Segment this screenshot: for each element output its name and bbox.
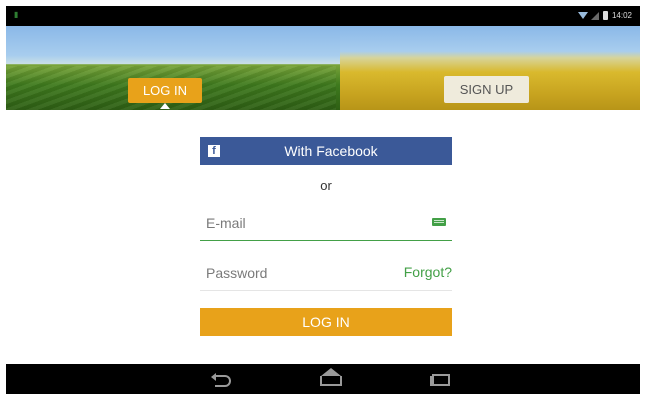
status-clock: 14:02 (611, 11, 632, 20)
back-icon[interactable] (211, 373, 233, 387)
app-frame: ▮ 14:02 LOG IN SIGN UP f With Facebook o… (0, 0, 646, 394)
keyboard-icon (432, 218, 446, 226)
tab-login[interactable]: LOG IN (128, 78, 202, 103)
battery-icon (602, 11, 608, 20)
facebook-button-label: With Facebook (284, 143, 378, 159)
or-separator: or (320, 178, 332, 193)
recents-icon[interactable] (430, 374, 450, 386)
tab-signup[interactable]: SIGN UP (444, 76, 529, 103)
email-input[interactable] (206, 214, 406, 232)
home-icon[interactable] (320, 368, 342, 386)
facebook-login-button[interactable]: f With Facebook (200, 137, 452, 165)
email-field[interactable] (200, 206, 452, 241)
right-edge (640, 0, 646, 394)
forgot-password-link[interactable]: Forgot? (404, 264, 452, 280)
password-field[interactable]: Forgot? (200, 256, 452, 291)
wifi-icon (577, 12, 588, 19)
signal-icon (590, 11, 599, 20)
status-icons: 14:02 (577, 11, 632, 20)
login-button[interactable]: LOG IN (200, 308, 452, 336)
status-bar: ▮ 14:02 (6, 6, 640, 26)
hero-banner (6, 26, 640, 110)
app-icon: ▮ (14, 10, 19, 19)
password-input[interactable] (206, 264, 406, 282)
navigation-bar (6, 364, 640, 394)
tab-indicator-caret (160, 103, 170, 109)
